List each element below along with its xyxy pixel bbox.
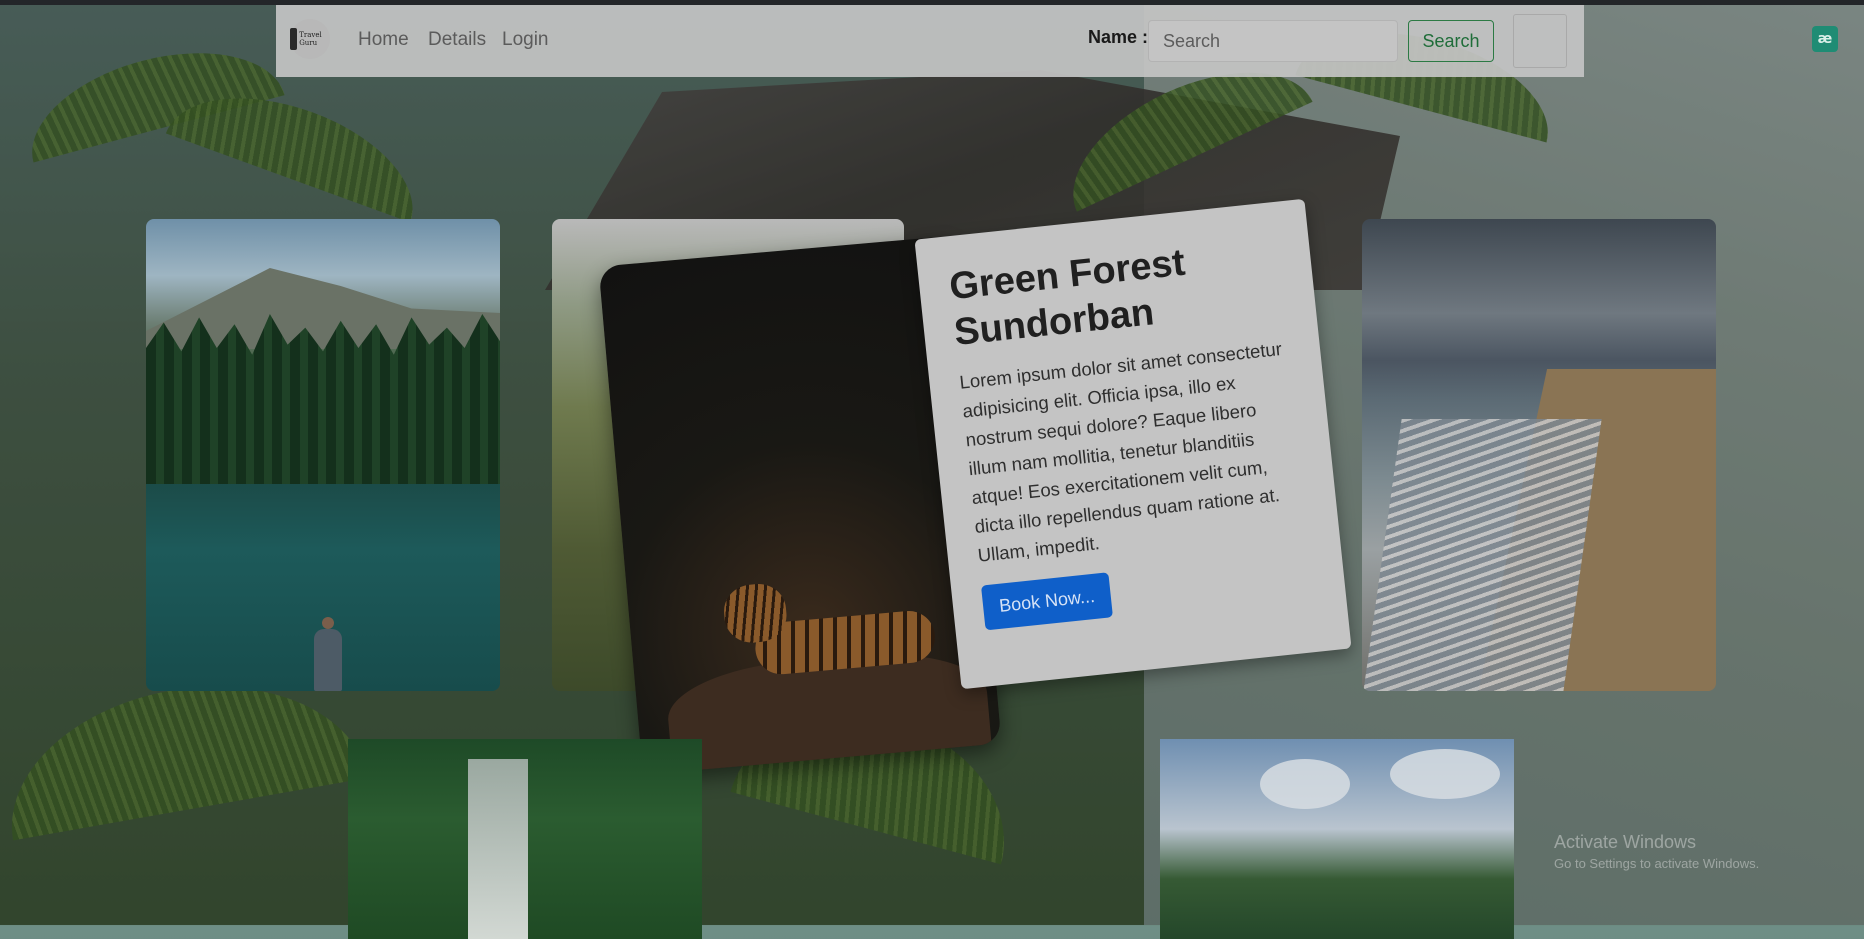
suitcase-logo-icon[interactable]: Travel Guru bbox=[290, 19, 330, 59]
windows-activation-watermark: Activate Windows Go to Settings to activ… bbox=[1554, 832, 1759, 871]
hiker-image bbox=[314, 617, 342, 691]
logo-text: Travel Guru bbox=[299, 31, 322, 47]
waterfall-image bbox=[468, 759, 528, 939]
tiger-image bbox=[721, 569, 940, 687]
book-now-button[interactable]: Book Now... bbox=[980, 572, 1114, 631]
nav-link-login[interactable]: Login bbox=[502, 29, 549, 51]
destination-card-beach[interactable] bbox=[1362, 219, 1716, 691]
suitcase-icon bbox=[290, 28, 298, 50]
feature-description: Lorem ipsum dolor sit amet consectetur a… bbox=[958, 337, 1283, 566]
sea-foam-image bbox=[1362, 419, 1602, 691]
search-button[interactable]: Search bbox=[1408, 20, 1494, 62]
search-input[interactable] bbox=[1148, 20, 1398, 62]
nav-link-details[interactable]: Details bbox=[428, 29, 486, 51]
navbar-toggle-button[interactable] bbox=[1513, 14, 1567, 68]
destination-card-mountain-lake[interactable] bbox=[146, 219, 500, 691]
cloud-image bbox=[1260, 759, 1350, 809]
nav-link-home[interactable]: Home bbox=[358, 29, 409, 51]
extension-icon[interactable]: æ bbox=[1812, 26, 1838, 52]
watermark-title: Activate Windows bbox=[1554, 832, 1697, 852]
feature-info-card: Green Forest Sundorban Lorem ipsum dolor… bbox=[914, 198, 1352, 690]
destination-card-lake[interactable] bbox=[1160, 739, 1514, 939]
feature-title: Green Forest Sundorban bbox=[947, 241, 1188, 354]
destination-card-waterfall[interactable] bbox=[348, 739, 702, 939]
navbar: Travel Guru Home Details Login Name : Se… bbox=[276, 5, 1584, 77]
watermark-subtitle: Go to Settings to activate Windows. bbox=[1554, 856, 1760, 871]
name-label: Name : bbox=[1088, 27, 1149, 47]
cloud-image bbox=[1390, 749, 1500, 799]
